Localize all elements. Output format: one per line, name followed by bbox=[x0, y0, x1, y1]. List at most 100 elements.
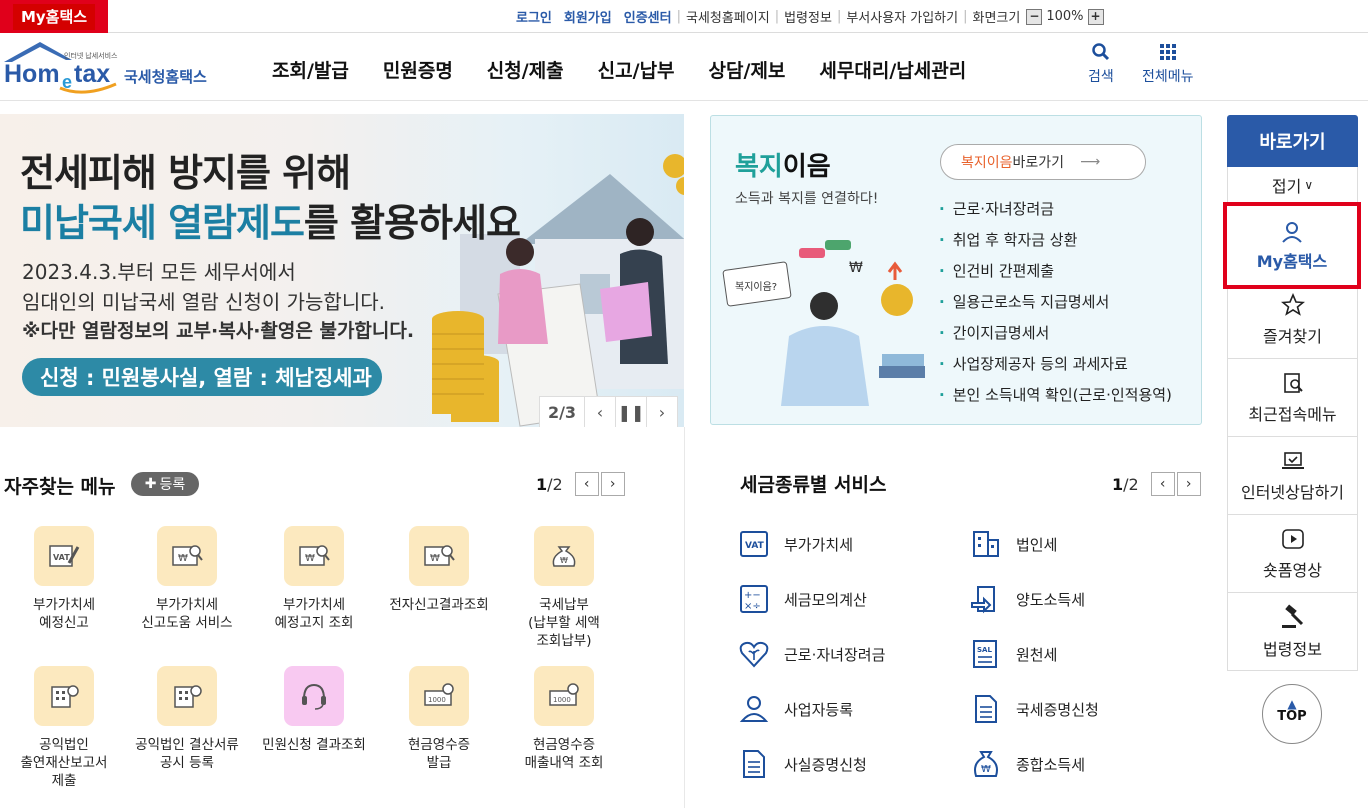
chevron-left-icon: ‹ bbox=[1159, 476, 1166, 492]
nav-apply[interactable]: 신청/제출 bbox=[487, 56, 564, 83]
nav-report-pay[interactable]: 신고/납부 bbox=[598, 56, 675, 83]
nav-inquiry[interactable]: 조회/발급 bbox=[272, 56, 349, 83]
nts-home-link[interactable]: 국세청홈페이지 bbox=[686, 7, 770, 26]
gavel-icon bbox=[1281, 603, 1303, 628]
banner-controls: 2/3 ‹ ❚❚ › bbox=[539, 396, 678, 427]
chevron-down-icon: ∨ bbox=[1304, 178, 1314, 192]
chevron-right-icon: › bbox=[1185, 476, 1192, 492]
tax-item-vat[interactable]: VAT 부가가치세 bbox=[738, 528, 853, 560]
welfare-link[interactable]: 근로·자녀장려금 bbox=[939, 194, 1172, 225]
quick-my-hometax[interactable]: My홈택스 bbox=[1223, 202, 1361, 289]
favorite-item[interactable]: 1000 현금영수증 매출내역 조회 bbox=[501, 666, 627, 772]
tax-item-capital-gains[interactable]: 양도소득세 bbox=[970, 583, 1085, 615]
svg-text:₩: ₩ bbox=[305, 553, 315, 564]
welfare-link[interactable]: 사업장제공자 등의 과세자료 bbox=[939, 349, 1172, 380]
zoom-level: 100% bbox=[1046, 9, 1084, 24]
tax-item-income-tax[interactable]: ₩ 종합소득세 bbox=[970, 748, 1085, 780]
favorite-item[interactable]: ₩ 전자신고결과조회 bbox=[376, 526, 502, 614]
vat-pen-icon: VAT bbox=[34, 526, 94, 586]
welfare-link[interactable]: 일용근로소득 지급명세서 bbox=[939, 287, 1172, 318]
quick-menu: 바로가기 접기 ∨ 즐겨찾기 최근접속메뉴 인터넷상담하기 숏폼영상 법령정보 M… bbox=[1223, 115, 1361, 671]
all-menu-button[interactable]: 전체메뉴 bbox=[1142, 42, 1194, 86]
welfare-illustration: 복지이음? ₩ bbox=[722, 240, 925, 406]
building-icon bbox=[973, 531, 999, 557]
favorites-next-button[interactable]: › bbox=[600, 472, 625, 496]
favorite-item[interactable]: 공익법인 출연재산보고서 제출 bbox=[1, 666, 127, 790]
tax-item-fact-certificate[interactable]: 사실증명신청 bbox=[738, 748, 867, 780]
recent-search-icon bbox=[1283, 372, 1303, 393]
dept-user-signup-link[interactable]: 부서사용자 가입하기 bbox=[846, 7, 958, 26]
welfare-link[interactable]: 인건비 간편제출 bbox=[939, 256, 1172, 287]
main-banner[interactable]: 전세피해 방지를 위해 미납국세 열람제도를 활용하세요 2023.4.3.부터… bbox=[0, 114, 684, 427]
login-link[interactable]: 로그인 bbox=[516, 7, 552, 26]
banner-next-button[interactable]: › bbox=[646, 397, 677, 427]
favorite-item[interactable]: 공익법인 결산서류 공시 등록 bbox=[124, 666, 250, 772]
svg-text:Hom: Hom bbox=[4, 60, 60, 88]
receipt-search-icon: 1000 bbox=[534, 666, 594, 726]
tax-item-eitc[interactable]: 근로·자녀장려금 bbox=[738, 638, 885, 670]
welfare-link[interactable]: 본인 소득내역 확인(근로·인적용역) bbox=[939, 380, 1172, 411]
zoom-in-button[interactable]: + bbox=[1087, 8, 1104, 25]
welfare-link[interactable]: 간이지급명세서 bbox=[939, 318, 1172, 349]
tax-pager: 1/2 ‹ › bbox=[1112, 472, 1201, 496]
search-button[interactable]: 검색 bbox=[1088, 42, 1114, 86]
nav-certificates[interactable]: 민원증명 bbox=[383, 56, 453, 83]
favorite-item[interactable]: ₩ 국세납부 (납부할 세액 조회납부) bbox=[501, 526, 627, 650]
fold-button[interactable]: 접기 ∨ bbox=[1227, 167, 1358, 203]
nav-tax-agent[interactable]: 세무대리/납세관리 bbox=[819, 56, 966, 83]
svg-text:복지이음?: 복지이음? bbox=[735, 281, 777, 293]
zoom-out-button[interactable]: − bbox=[1026, 8, 1043, 25]
tax-item-corporate[interactable]: 법인세 bbox=[970, 528, 1057, 560]
svg-text:VAT: VAT bbox=[745, 541, 765, 551]
main-nav: 조회/발급 민원증명 신청/제출 신고/납부 상담/제보 세무대리/납세관리 bbox=[272, 56, 1000, 83]
tax-item-withholding[interactable]: SAL 원천세 bbox=[970, 638, 1057, 670]
quick-menu-title: 바로가기 bbox=[1227, 115, 1358, 167]
banner-headline-2: 미납국세 열람제도를 활용하세요 bbox=[20, 201, 521, 245]
banner-prev-button[interactable]: ‹ bbox=[584, 397, 615, 427]
favorite-item[interactable]: 1000 현금영수증 발급 bbox=[376, 666, 502, 772]
welfare-go-button[interactable]: 복지이음 바로가기 ⟶ bbox=[940, 144, 1146, 180]
arrow-right-icon: ⟶ bbox=[1080, 154, 1101, 170]
nav-consult[interactable]: 상담/제보 bbox=[709, 56, 786, 83]
svg-text:₩: ₩ bbox=[981, 764, 991, 775]
won-search-icon: ₩ bbox=[284, 526, 344, 586]
quick-recent-menu[interactable]: 최근접속메뉴 bbox=[1227, 359, 1358, 437]
tax-next-button[interactable]: › bbox=[1176, 472, 1201, 496]
quick-shortform-video[interactable]: 숏폼영상 bbox=[1227, 515, 1358, 593]
banner-pill: 신청 : 민원봉사실, 열람 : 체납징세과 bbox=[22, 358, 382, 396]
favorite-item[interactable]: ₩ 부가가치세 신고도움 서비스 bbox=[124, 526, 250, 632]
banner-text-1: 2023.4.3.부터 모든 세무서에서 bbox=[22, 260, 296, 284]
scroll-top-button[interactable]: ▲ TOP bbox=[1262, 684, 1322, 744]
my-hometax-tab[interactable]: My홈택스 bbox=[0, 0, 108, 33]
tax-services-title: 세금종류별 서비스 bbox=[740, 474, 887, 496]
favorite-item[interactable]: 민원신청 결과조회 bbox=[251, 666, 377, 754]
svg-text:₩: ₩ bbox=[849, 260, 863, 276]
tax-prev-button[interactable]: ‹ bbox=[1150, 472, 1175, 496]
quick-online-consult[interactable]: 인터넷상담하기 bbox=[1227, 437, 1358, 515]
chevron-left-icon: ‹ bbox=[583, 476, 590, 492]
banner-pause-button[interactable]: ❚❚ bbox=[615, 397, 646, 427]
favorite-item[interactable]: VAT 부가가치세 예정신고 bbox=[1, 526, 127, 632]
welfare-link[interactable]: 취업 후 학자금 상환 bbox=[939, 225, 1172, 256]
heart-plant-icon bbox=[739, 641, 769, 668]
money-bag-icon: ₩ bbox=[974, 751, 998, 777]
cert-center-link[interactable]: 인증센터 bbox=[624, 7, 672, 26]
hometax-logo[interactable]: Hom e tax 국세청홈택스 인터넷 납세서비스 bbox=[4, 40, 234, 98]
quick-favorites[interactable]: 즐겨찾기 bbox=[1227, 281, 1358, 359]
favorite-item[interactable]: ₩ 부가가치세 예정고지 조회 bbox=[251, 526, 377, 632]
welfare-panel: 복지이음 소득과 복지를 연결하다! 복지이음 바로가기 ⟶ 복지이음? ₩ 근… bbox=[710, 115, 1202, 425]
won-search-icon: ₩ bbox=[409, 526, 469, 586]
welfare-title: 복지이음 bbox=[735, 152, 831, 182]
tax-item-simulation[interactable]: +− ×÷ 세금모의계산 bbox=[738, 583, 867, 615]
screen-size-label: 화면크기 bbox=[972, 11, 1021, 26]
main-header: Hom e tax 국세청홈택스 인터넷 납세서비스 조회/발급 민원증명 신청… bbox=[0, 34, 1368, 101]
register-favorite-button[interactable]: ✚ 등록 bbox=[131, 472, 199, 496]
favorites-prev-button[interactable]: ‹ bbox=[574, 472, 599, 496]
chevron-left-icon: ‹ bbox=[596, 402, 604, 422]
tax-item-tax-certificate[interactable]: 국세증명신청 bbox=[970, 693, 1099, 725]
svg-text:₩: ₩ bbox=[178, 553, 188, 564]
law-info-link[interactable]: 법령정보 bbox=[784, 7, 832, 26]
tax-item-business-reg[interactable]: 사업자등록 bbox=[738, 693, 853, 725]
quick-law-info[interactable]: 법령정보 bbox=[1227, 593, 1358, 671]
signup-link[interactable]: 회원가입 bbox=[564, 7, 612, 26]
